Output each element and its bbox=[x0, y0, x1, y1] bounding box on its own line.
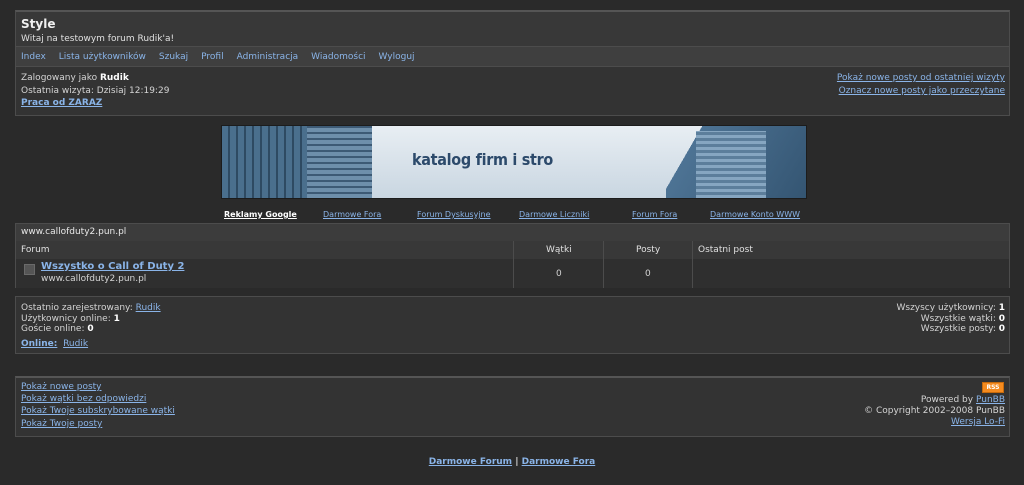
job-link[interactable]: Praca od ZARAZ bbox=[21, 98, 102, 108]
bottom-links: Darmowe Forum | Darmowe Fora bbox=[0, 457, 1024, 467]
category-header: www.callofduty2.pun.pl bbox=[16, 224, 1009, 242]
banner-building-left-front bbox=[307, 126, 372, 198]
category-title: www.callofduty2.pun.pl bbox=[21, 227, 127, 237]
ad-link-free-forums[interactable]: Darmowe Fora bbox=[323, 210, 381, 219]
banner-text: katalog firm i stro bbox=[412, 150, 553, 169]
ad-links-row: Reklamy Google Darmowe Fora Forum Dyskus… bbox=[224, 210, 814, 222]
column-divider bbox=[603, 241, 604, 288]
total-users: Wszyscy użytkownicy: 1 bbox=[896, 303, 1005, 313]
users-online: Użytkownicy online: 1 bbox=[21, 314, 120, 324]
guests-online-value: 0 bbox=[87, 324, 94, 334]
menu-item-user-list[interactable]: Lista użytkowników bbox=[59, 52, 146, 62]
column-header-threads: Wątki bbox=[546, 245, 572, 255]
logged-in-label: Zalogowany jako bbox=[21, 73, 98, 83]
board-title-bar: Style Witaj na testowym forum Rudik'a! bbox=[15, 10, 1010, 47]
forum-status-icon bbox=[24, 264, 35, 275]
total-threads: Wszystkie wątki: 0 bbox=[921, 314, 1005, 324]
menu-item-administration[interactable]: Administracja bbox=[237, 52, 299, 62]
forum-thread-count: 0 bbox=[556, 269, 562, 279]
new-posts-since-last-visit-link[interactable]: Pokaż nowe posty od ostatniej wizyty bbox=[837, 73, 1005, 83]
bottom-separator: | bbox=[515, 457, 519, 467]
powered-by: Powered by PunBB bbox=[921, 395, 1005, 405]
guests-online-label: Goście online: bbox=[21, 324, 85, 334]
main-menu: Index Lista użytkowników Szukaj Profil A… bbox=[15, 47, 1010, 67]
column-header-forum: Forum bbox=[21, 245, 50, 255]
menu-item-profile[interactable]: Profil bbox=[201, 52, 223, 62]
column-header-last-post: Ostatni post bbox=[698, 245, 753, 255]
users-online-value: 1 bbox=[113, 314, 120, 324]
total-users-value: 1 bbox=[998, 303, 1005, 313]
board-title: Style bbox=[21, 17, 56, 31]
current-username: Rudik bbox=[99, 73, 129, 83]
total-posts-value: 0 bbox=[998, 324, 1005, 334]
users-online-label: Użytkownicy online: bbox=[21, 314, 111, 324]
mark-all-read-link[interactable]: Oznacz nowe posty jako przeczytane bbox=[839, 86, 1005, 96]
rss-icon[interactable]: RSS bbox=[982, 382, 1004, 393]
ad-link-forum-fora[interactable]: Forum Fora bbox=[632, 210, 677, 219]
menu-item-logout[interactable]: Wyloguj bbox=[379, 52, 415, 62]
footer-link-unanswered[interactable]: Pokaż wątki bez odpowiedzi bbox=[21, 394, 146, 404]
last-registered-label: Ostatnio zarejestrowany: bbox=[21, 303, 133, 313]
footer-link-subscriptions[interactable]: Pokaż Twoje subskrybowane wątki bbox=[21, 406, 175, 416]
forum-name-link[interactable]: Wszystko o Call of Duty 2 bbox=[41, 261, 184, 272]
board-stats: Ostatnio zarejestrowany: Rudik Użytkowni… bbox=[15, 296, 1010, 354]
forum-post-count: 0 bbox=[645, 269, 651, 279]
free-fora-link[interactable]: Darmowe Fora bbox=[522, 457, 596, 467]
punbb-link[interactable]: PunBB bbox=[976, 395, 1005, 405]
advertisement-banner[interactable]: katalog firm i stro bbox=[221, 125, 807, 199]
online-users-list: Online: Rudik bbox=[21, 339, 88, 349]
footer-link-new-posts[interactable]: Pokaż nowe posty bbox=[21, 382, 102, 392]
total-posts: Wszystkie posty: 0 bbox=[921, 324, 1005, 334]
logged-in-as: Zalogowany jako Rudik bbox=[21, 73, 129, 83]
total-users-label: Wszyscy użytkownicy: bbox=[896, 303, 996, 313]
banner-building-right-front bbox=[696, 131, 766, 198]
ad-link-free-www-account[interactable]: Darmowe Konto WWW bbox=[710, 210, 800, 219]
online-user-link[interactable]: Rudik bbox=[63, 339, 88, 349]
forum-category-block: www.callofduty2.pun.pl Forum Wątki Posty… bbox=[15, 223, 1010, 288]
column-header-posts: Posty bbox=[636, 245, 661, 255]
online-label[interactable]: Online: bbox=[21, 339, 57, 349]
powered-by-label: Powered by bbox=[920, 395, 974, 405]
ad-link-discussion-forum[interactable]: Forum Dyskusyjne bbox=[417, 210, 491, 219]
board-footer: Pokaż nowe posty Pokaż wątki bez odpowie… bbox=[15, 376, 1010, 437]
guests-online: Goście online: 0 bbox=[21, 324, 94, 334]
ad-link-free-counters[interactable]: Darmowe Liczniki bbox=[519, 210, 589, 219]
total-posts-label: Wszystkie posty: bbox=[920, 324, 996, 334]
ad-link-google-ads[interactable]: Reklamy Google bbox=[224, 210, 297, 219]
board-description: Witaj na testowym forum Rudik'a! bbox=[21, 34, 175, 44]
menu-item-messages[interactable]: Wiadomości bbox=[311, 52, 365, 62]
user-status-bar: Zalogowany jako Rudik Ostatnia wizyta: D… bbox=[15, 67, 1010, 116]
last-visit: Ostatnia wizyta: Dzisiaj 12:19:29 bbox=[21, 86, 170, 96]
menu-item-index[interactable]: Index bbox=[21, 52, 46, 62]
menu-item-search[interactable]: Szukaj bbox=[159, 52, 188, 62]
lofi-version-link[interactable]: Wersja Lo-Fi bbox=[951, 417, 1005, 427]
last-registered-user-link[interactable]: Rudik bbox=[136, 303, 161, 313]
last-registered: Ostatnio zarejestrowany: Rudik bbox=[21, 303, 161, 313]
footer-link-your-posts[interactable]: Pokaż Twoje posty bbox=[21, 419, 102, 429]
column-divider bbox=[692, 241, 693, 288]
column-divider bbox=[513, 241, 514, 288]
free-forum-link[interactable]: Darmowe Forum bbox=[429, 457, 512, 467]
forum-description: www.callofduty2.pun.pl bbox=[41, 274, 147, 284]
copyright: © Copyright 2002–2008 PunBB bbox=[864, 406, 1005, 416]
total-threads-value: 0 bbox=[998, 314, 1005, 324]
total-threads-label: Wszystkie wątki: bbox=[920, 314, 996, 324]
